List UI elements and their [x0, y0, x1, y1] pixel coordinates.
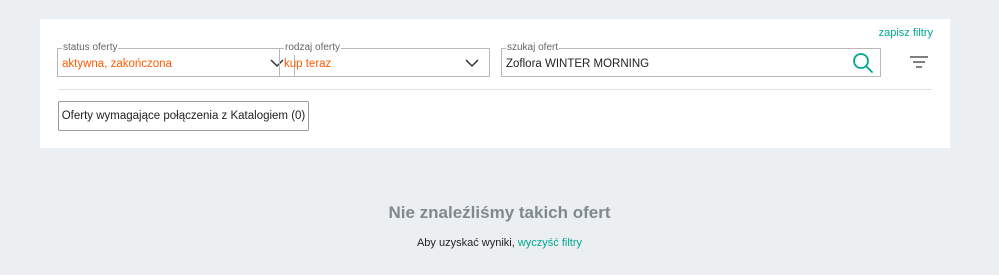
type-value: kup teraz: [284, 58, 332, 70]
search-icon[interactable]: [852, 52, 874, 74]
status-legend: status oferty: [62, 41, 119, 55]
empty-state-title: Nie znaleźliśmy takich ofert: [388, 203, 611, 222]
save-filters-link[interactable]: zapisz filtry: [879, 27, 933, 39]
divider: [58, 89, 932, 90]
clear-filters-link[interactable]: wyczyść filtry: [518, 237, 582, 249]
empty-state-hint: Aby uzyskać wyniki, wyczyść filtry: [0, 237, 999, 249]
status-value: aktywna, zakończona: [62, 58, 172, 70]
type-select[interactable]: rodzaj oferty kup teraz: [279, 41, 490, 77]
status-select[interactable]: status oferty aktywna, zakończona: [57, 41, 295, 77]
filters-panel: zapisz filtry status oferty aktywna, zak…: [40, 19, 950, 148]
search-legend: szukaj ofert: [506, 41, 560, 55]
empty-state-hint-text: Aby uzyskać wyniki,: [416, 237, 518, 249]
search-field[interactable]: szukaj ofert Zoflora WINTER MORNING: [501, 41, 881, 77]
chevron-down-icon: [465, 59, 479, 68]
type-legend: rodzaj oferty: [284, 41, 342, 55]
catalog-offers-button[interactable]: Oferty wymagające połączenia z Katalogie…: [58, 101, 309, 131]
filter-icon[interactable]: [909, 54, 929, 70]
search-input[interactable]: Zoflora WINTER MORNING: [506, 57, 649, 71]
